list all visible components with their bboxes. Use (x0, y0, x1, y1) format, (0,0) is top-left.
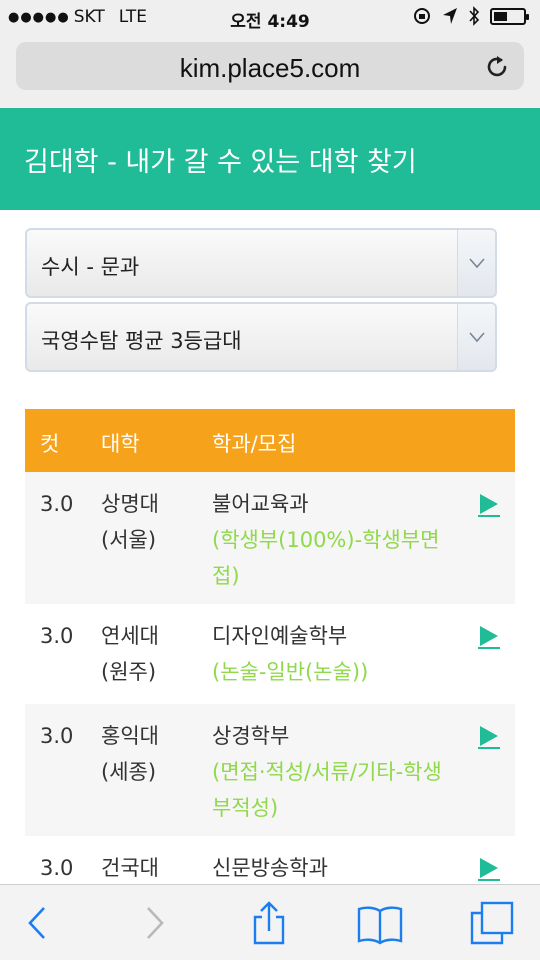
page-title: 김대학 - 내가 갈 수 있는 대학 찾기 (24, 147, 417, 178)
row-cut: 3.0 (40, 856, 74, 880)
chevron-down-icon (469, 332, 485, 343)
results-table-header: 컷 대학 학과/모집 (25, 409, 515, 472)
browser-toolbar (0, 884, 540, 960)
play-icon[interactable] (477, 856, 501, 882)
header-department: 학과/모집 (212, 432, 297, 456)
address-bar[interactable]: kim.place5.com (16, 42, 524, 90)
status-bar: ●●●●● SKT LTE 오전 4:49 (0, 0, 540, 36)
table-row[interactable]: 3.0 홍익대 (세종) 상경학부 (면접·적성/서류/기타-학생부적성) (25, 704, 515, 836)
department-name: 상경학부 (212, 724, 290, 748)
bookmarks-icon[interactable] (356, 899, 404, 947)
row-university: 연세대 (원주) (101, 618, 201, 690)
table-row[interactable]: 3.0 건국대 신문방송학과 (25, 836, 515, 884)
row-cut: 3.0 (40, 724, 74, 748)
play-icon[interactable] (477, 492, 501, 518)
battery-fill (494, 11, 507, 21)
admission-type-select[interactable]: 수시 - 문과 (25, 228, 497, 298)
header-cut: 컷 (40, 432, 60, 456)
bluetooth-icon (469, 6, 480, 26)
row-cut: 3.0 (40, 492, 74, 516)
grade-level-value: 국영수탐 평균 3등급대 (41, 329, 242, 353)
admission-type-value: 수시 - 문과 (41, 255, 140, 279)
reload-icon[interactable] (484, 54, 510, 80)
select-arrow-button[interactable] (457, 230, 495, 296)
table-row[interactable]: 3.0 상명대 (서울) 불어교육과 (학생부(100%)-학생부면접) (25, 472, 515, 604)
row-university: 상명대 (서울) (101, 486, 201, 558)
university-name: 건국대 (101, 856, 159, 880)
university-campus: (세종) (101, 760, 157, 784)
university-name: 상명대 (101, 492, 159, 516)
tabs-icon[interactable] (468, 899, 516, 947)
grade-level-select[interactable]: 국영수탐 평균 3등급대 (25, 302, 497, 372)
location-arrow-icon (443, 8, 457, 24)
table-row[interactable]: 3.0 연세대 (원주) 디자인예술학부 (논술-일반(논술)) (25, 604, 515, 704)
share-icon[interactable] (245, 899, 293, 947)
admission-method: (학생부(100%)-학생부면접) (212, 528, 440, 588)
select-arrow-button[interactable] (457, 304, 495, 370)
play-icon[interactable] (477, 624, 501, 650)
forward-icon[interactable] (130, 899, 178, 947)
battery-icon (490, 7, 529, 25)
chevron-down-icon (469, 258, 485, 269)
row-department: 신문방송학과 (212, 850, 452, 884)
department-name: 신문방송학과 (212, 856, 328, 880)
browser-address-area: kim.place5.com (0, 36, 540, 108)
university-name: 연세대 (101, 624, 159, 648)
university-campus: (원주) (101, 660, 157, 684)
row-university: 건국대 (101, 850, 201, 884)
university-campus: (서울) (101, 528, 157, 552)
row-cut: 3.0 (40, 624, 74, 648)
header-university: 대학 (101, 432, 140, 456)
back-icon[interactable] (14, 899, 62, 947)
admission-method: (논술-일반(논술)) (212, 660, 369, 684)
url-text[interactable]: kim.place5.com (16, 53, 524, 84)
department-name: 불어교육과 (212, 492, 309, 516)
status-right (412, 6, 529, 26)
row-department: 디자인예술학부 (논술-일반(논술)) (212, 618, 452, 690)
row-department: 상경학부 (면접·적성/서류/기타-학생부적성) (212, 718, 452, 826)
row-university: 홍익대 (세종) (101, 718, 201, 790)
play-icon[interactable] (477, 724, 501, 750)
department-name: 디자인예술학부 (212, 624, 348, 648)
orientation-lock-icon (414, 8, 430, 24)
university-name: 홍익대 (101, 724, 159, 748)
app-header: 김대학 - 내가 갈 수 있는 대학 찾기 (0, 108, 540, 210)
row-department: 불어교육과 (학생부(100%)-학생부면접) (212, 486, 452, 594)
admission-method: (면접·적성/서류/기타-학생부적성) (212, 760, 442, 820)
